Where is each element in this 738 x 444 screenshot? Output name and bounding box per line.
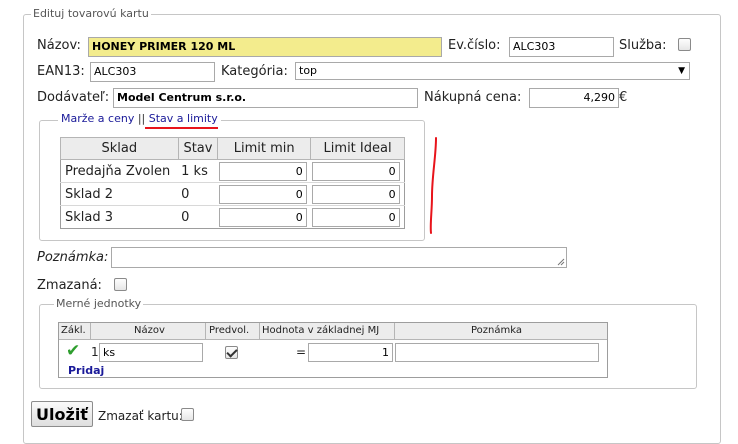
units-header-row: Zákl. Názov Predvol. Hodnota v základnej… xyxy=(59,323,607,340)
units-header-poznamka: Poznámka xyxy=(471,325,522,336)
equals-sign: = xyxy=(296,345,307,359)
limit-min-input[interactable]: 0 xyxy=(218,184,307,204)
nazov-label: Názov: xyxy=(37,38,81,53)
tab-marze-a-ceny[interactable]: Marže a ceny xyxy=(61,112,134,125)
unit-row-number: 1 xyxy=(91,345,99,359)
stock-cell-stav: 0 xyxy=(181,209,190,225)
nakupna-cena-label: Nákupná cena: xyxy=(424,90,522,105)
limit-ideal-input[interactable]: 0 xyxy=(311,184,400,204)
tab-stav-a-limity[interactable]: Stav a limity xyxy=(149,112,218,125)
stock-cell-stav: 1 ks xyxy=(181,163,208,179)
hodnota-input[interactable]: 1 xyxy=(308,343,393,362)
stock-cell-sklad: Sklad 2 xyxy=(65,186,114,202)
poznamka-textarea[interactable] xyxy=(111,247,567,268)
evcislo-label: Ev.číslo: xyxy=(448,38,501,53)
limit-ideal-input[interactable]: 0 xyxy=(311,161,400,181)
limit-ideal-input[interactable]: 0 xyxy=(311,207,400,227)
units-header-zakl: Zákl. xyxy=(61,325,86,336)
units-legend: Merné jednotky xyxy=(54,297,144,310)
delete-card-label: Zmazať kartu: xyxy=(98,409,183,423)
kategoria-label: Kategória: xyxy=(221,64,288,79)
units-table: Zákl. Názov Predvol. Hodnota v základnej… xyxy=(58,322,608,378)
dropdown-arrow-icon: ▼ xyxy=(678,66,685,76)
predvol-checkbox[interactable] xyxy=(225,346,238,359)
units-header-hodnota: Hodnota v základnej MJ xyxy=(262,325,380,336)
active-tab-underline xyxy=(145,127,218,129)
default-unit-check-icon: ✔ xyxy=(66,341,81,361)
save-button[interactable]: Uložiť xyxy=(31,401,93,427)
stock-cell-stav: 0 xyxy=(181,186,190,202)
zmazana-label: Zmazaná: xyxy=(37,278,102,293)
stock-header-stav: Stav xyxy=(177,137,219,160)
stock-row: Sklad 3 0 0 0 xyxy=(61,206,405,229)
evcislo-input[interactable]: ALC303 xyxy=(509,37,614,57)
units-header-nazov: Názov xyxy=(134,325,165,336)
currency-label: € xyxy=(619,90,628,105)
stock-cell-sklad: Predajňa Zvolen xyxy=(65,163,171,179)
kategoria-select[interactable]: top ▼ xyxy=(295,62,690,80)
dodavatel-input[interactable]: Model Centrum s.r.o. xyxy=(113,88,418,108)
delete-card-checkbox[interactable] xyxy=(181,408,194,421)
ean-input[interactable]: ALC303 xyxy=(90,62,215,82)
zmazana-checkbox[interactable] xyxy=(114,278,127,291)
tab-separator: || xyxy=(137,112,146,125)
limit-min-input[interactable]: 0 xyxy=(218,207,307,227)
stock-table: Sklad Stav Limit min Limit Ideal Predajň… xyxy=(60,137,405,229)
nazov-input[interactable]: HONEY PRIMER 120 ML xyxy=(88,37,442,57)
stock-header-limit-min: Limit min xyxy=(217,137,312,160)
poznamka-label: Poznámka: xyxy=(37,250,109,265)
resize-grip-icon[interactable] xyxy=(557,258,565,266)
unit-name-input[interactable]: ks xyxy=(99,343,203,362)
limit-min-input[interactable]: 0 xyxy=(218,161,307,181)
units-header-predvol: Predvol. xyxy=(209,325,250,336)
stock-row: Sklad 2 0 0 0 xyxy=(60,183,405,206)
stock-row: Predajňa Zvolen 1 ks 0 0 xyxy=(60,160,405,183)
nakupna-cena-input[interactable]: 4,290 xyxy=(529,88,619,108)
stock-header-limit-ideal: Limit Ideal xyxy=(310,137,405,160)
red-annotation-mark xyxy=(429,137,437,234)
kategoria-select-value: top xyxy=(299,64,318,77)
edit-card-legend: Edituj tovarovú kartu xyxy=(31,7,151,20)
tabs-legend: Marže a ceny || Stav a limity xyxy=(58,112,221,125)
add-unit-link[interactable]: Pridaj xyxy=(68,364,104,377)
stock-cell-sklad: Sklad 3 xyxy=(65,209,114,225)
sluzba-label: Služba: xyxy=(619,38,667,53)
sluzba-checkbox[interactable] xyxy=(678,38,691,51)
unit-poznamka-input[interactable] xyxy=(395,343,599,362)
stock-header-sklad: Sklad xyxy=(60,137,179,160)
ean-label: EAN13: xyxy=(37,64,85,79)
dodavatel-label: Dodávateľ: xyxy=(37,90,110,105)
